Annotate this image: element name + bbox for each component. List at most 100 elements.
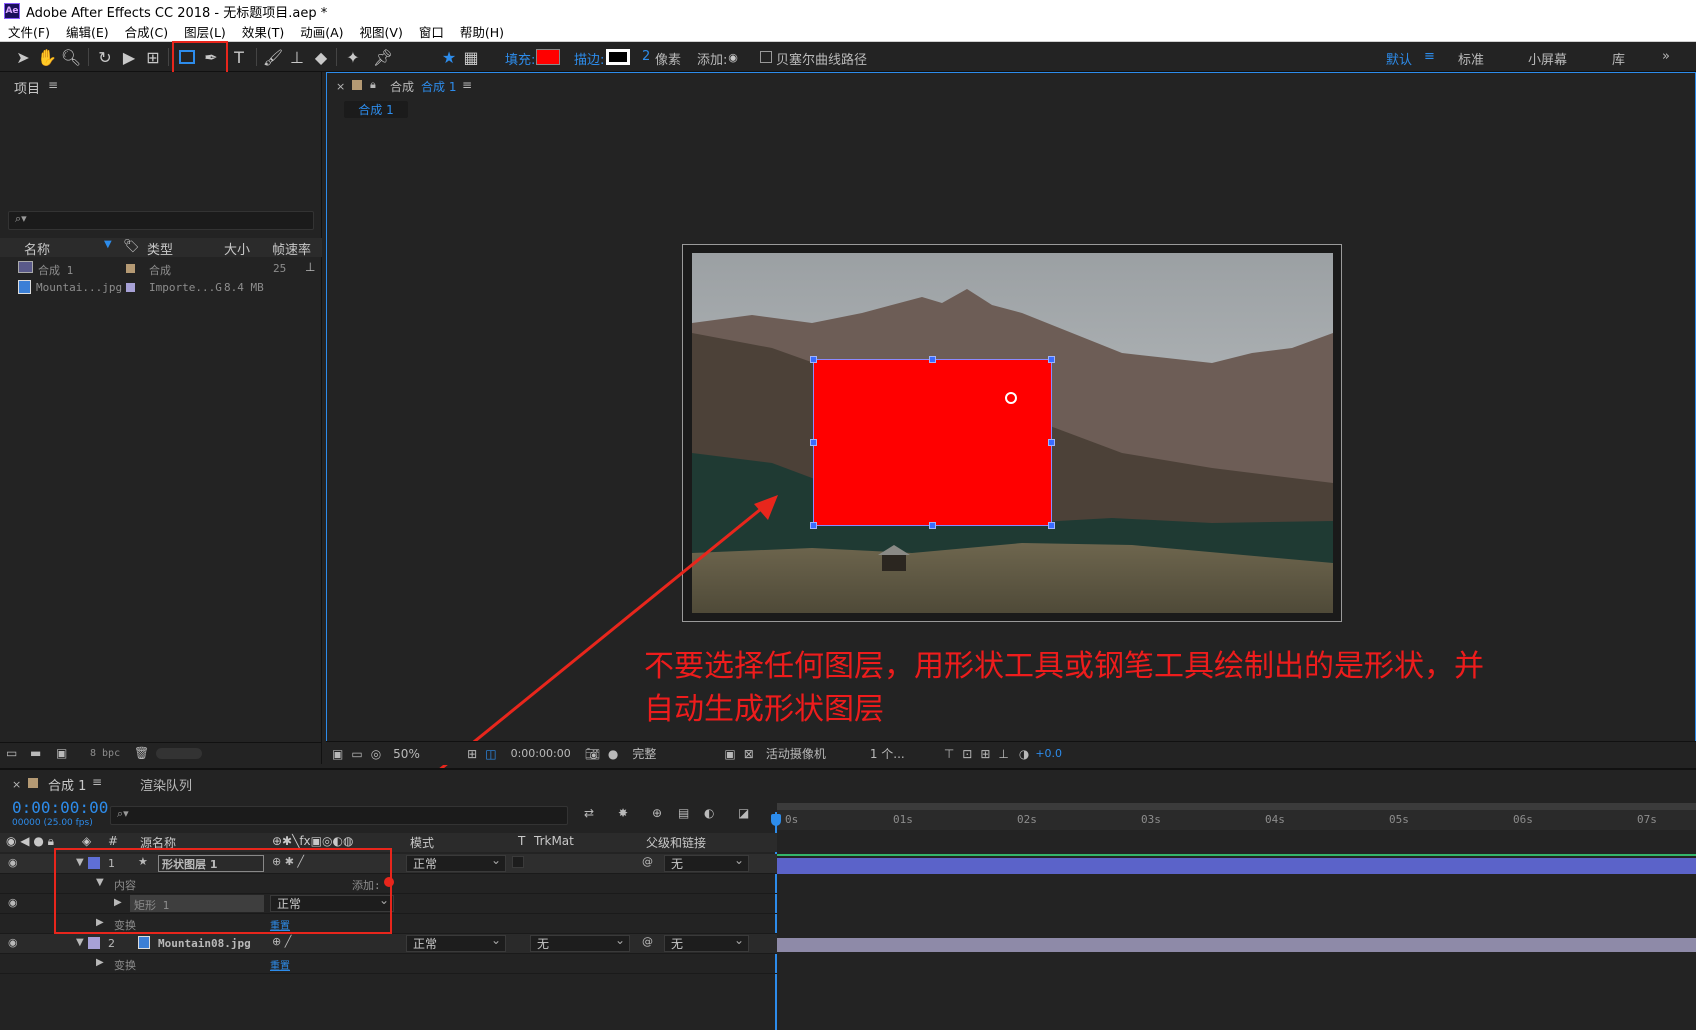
transform-handle[interactable] [810,522,817,529]
stroke-label[interactable]: 描边: [574,49,604,68]
thumbnail-slider[interactable] [156,748,202,759]
viewer-timecode[interactable]: 0:00:00:00 [511,747,571,760]
zoom-tool-icon[interactable]: 🔍︎ [60,46,82,68]
puppet-pin-tool-icon[interactable]: 📌︎ [372,46,394,68]
lock-icon[interactable]: 🔒︎ [370,78,376,92]
pan-behind-tool-icon[interactable]: ⊞ [142,46,164,68]
table-row[interactable]: ▶ 变换 重置 [0,954,777,974]
blend-mode-dropdown[interactable]: 正常 [406,933,506,952]
transform-handle[interactable] [810,439,817,446]
mask-icon[interactable]: ◎ [371,747,381,761]
viewer-tab-name[interactable]: 合成 1 [421,78,456,95]
menu-edit[interactable]: 编辑(E) [58,22,117,41]
workspace-small-screen[interactable]: 小屏幕 [1528,49,1567,68]
snapshot-icon[interactable]: 📷︎ [585,747,600,761]
layer-2-duration-bar[interactable] [777,938,1696,952]
label-col-icon[interactable]: 🏷︎ [123,239,140,254]
work-area-bar[interactable] [777,803,1696,810]
flowchart-icon[interactable]: ⊥ [305,260,315,274]
show-channel-icon[interactable]: ● [608,747,618,761]
stroke-color-swatch[interactable] [606,49,630,65]
pickwhip-icon[interactable]: @ [642,935,653,948]
parent-dropdown[interactable]: 无 [664,933,749,952]
reset-link[interactable]: 重置 [270,957,290,972]
render-queue-tab[interactable]: 渲染队列 [140,775,192,794]
toggle-icon[interactable]: ⊤ [944,747,954,761]
comp-breadcrumb-tab[interactable]: 合成 1 [344,101,408,118]
transform-handle[interactable] [929,356,936,363]
zoom-dropdown[interactable]: 50% [393,747,449,761]
col-mode[interactable]: 模式 [410,834,434,851]
timeline-menu-icon[interactable]: ≡ [92,775,102,789]
trkmat-dropdown[interactable]: 无 [530,933,630,952]
viewer-close-icon[interactable]: × [336,80,345,93]
region-icon[interactable]: ◫ [485,747,496,761]
panel-menu-icon[interactable]: ≡ [48,78,58,92]
stroke-width[interactable]: 2 [642,49,650,64]
transform-handle[interactable] [1048,522,1055,529]
fill-label[interactable]: 填充: [505,49,535,68]
timeline-timecode[interactable]: 0:00:00:00 [12,798,108,817]
col-type[interactable]: 类型 [147,239,173,258]
menu-window[interactable]: 窗口 [411,22,452,41]
fill-color-swatch[interactable] [536,49,560,65]
type-tool-icon[interactable]: T [228,46,250,68]
views-dropdown[interactable]: 1 个... [870,745,934,762]
transform-handle[interactable] [929,522,936,529]
workspace-libraries[interactable]: 库 [1612,49,1625,68]
parent-dropdown[interactable]: 无 [664,853,749,872]
star-toggle-icon[interactable]: ★ [438,46,460,68]
frame-blending-icon[interactable]: ▤ [678,806,689,820]
table-row[interactable]: ◉ ▼ 2 Mountain08.jpg ⊕ ╱ 正常 无 @ 无 [0,933,777,954]
transform-handle[interactable] [1048,356,1055,363]
transparency-grid-icon[interactable]: ⊠ [744,747,754,761]
roto-brush-tool-icon[interactable]: ✦ [342,46,364,68]
layer-name[interactable]: Mountain08.jpg [158,937,251,950]
time-ruler[interactable]: 0s 01s 02s 03s 04s 05s 06s 07s [777,803,1696,830]
draft-3d-icon[interactable]: ✸ [618,806,628,820]
menu-layer[interactable]: 图层(L) [176,22,234,41]
viewer-panel-menu-icon[interactable]: ≡ [462,78,472,92]
menu-file[interactable]: 文件(F) [0,22,58,41]
fit-icon[interactable]: ⊞ [467,747,477,761]
playhead-icon[interactable] [771,814,781,826]
fast-preview-icon[interactable]: ⊡ [962,747,972,761]
col-parent[interactable]: 父级和链接 [646,834,706,851]
blend-mode-dropdown[interactable]: 正常 [406,853,506,872]
always-preview-icon[interactable]: ▣ [332,747,343,761]
delete-icon[interactable]: 🗑︎ [134,746,149,760]
new-composition-icon[interactable]: ▣ [56,746,67,760]
visibility-eye-icon[interactable]: ◉ [8,896,18,909]
label-swatch[interactable] [126,264,135,273]
visibility-eye-icon[interactable]: ◉ [8,936,18,949]
label-swatch[interactable] [126,283,135,292]
flowchart-icon[interactable]: ⊥ [998,747,1008,761]
motion-blur-icon[interactable]: ◐ [704,806,714,820]
clone-stamp-tool-icon[interactable]: ⊥ [286,46,308,68]
timeline-icon[interactable]: ⊞ [980,747,990,761]
add-menu-icon[interactable]: ◉ [722,46,744,68]
brush-tool-icon[interactable]: 🖌︎ [262,46,284,68]
label-swatch[interactable] [88,937,100,949]
anchor-point-icon[interactable] [1005,392,1017,404]
col-name[interactable]: 名称 [24,239,50,258]
camera-tool-icon[interactable]: ▶ [118,46,140,68]
transform-handle[interactable] [810,356,817,363]
resolution-dropdown[interactable]: 完整 [632,745,712,762]
col-fps[interactable]: 帧速率 [272,239,311,258]
menu-help[interactable]: 帮助(H) [452,22,512,41]
list-item[interactable]: 合成 1 合成 25 ⊥ [0,259,322,278]
layer-1-duration-bar[interactable] [777,858,1696,874]
preserve-transparency-checkbox[interactable] [512,856,524,868]
shy-layers-icon[interactable]: ⊕ [652,806,662,820]
transform-handle[interactable] [1048,439,1055,446]
new-folder-icon[interactable]: ▬ [30,746,41,760]
workspace-default[interactable]: 默认 [1386,49,1412,68]
hand-tool-icon[interactable]: ✋ [36,46,58,68]
rotate-tool-icon[interactable]: ↻ [94,46,116,68]
comp-mini-flowchart-icon[interactable]: ⇄ [584,806,594,820]
menu-composition[interactable]: 合成(C) [117,22,176,41]
col-size[interactable]: 大小 [224,239,250,258]
camera-dropdown[interactable]: 活动摄像机 [766,745,858,762]
twirl-down-icon[interactable]: ▼ [76,937,84,948]
